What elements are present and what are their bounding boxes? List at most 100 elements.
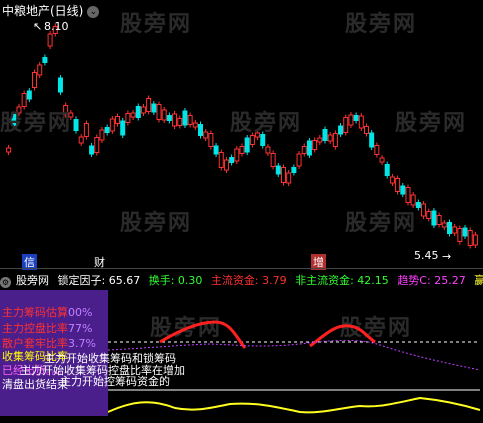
candle (166, 112, 172, 124)
watermark: 股旁网 (120, 211, 193, 236)
chart-title[interactable]: 中粮地产(日线) ⌄ (2, 2, 100, 18)
candle (104, 124, 110, 136)
legend-item: 主力筹码估算00% (2, 306, 93, 319)
candle (275, 163, 281, 177)
candle (348, 112, 354, 128)
legend-item: 清盘出货结束 (2, 378, 68, 391)
candle (192, 120, 198, 130)
candle (395, 175, 401, 195)
candle (358, 113, 364, 131)
candle (452, 224, 458, 236)
candle (338, 123, 344, 137)
watermark: 股旁网 (0, 111, 73, 136)
candle (198, 121, 204, 139)
yellow-line (107, 396, 481, 414)
panel-divider (0, 268, 483, 269)
candle (32, 69, 38, 91)
candle (426, 208, 432, 222)
candle (400, 183, 406, 197)
candle (306, 138, 312, 158)
candle (446, 219, 452, 237)
gear-icon[interactable]: ⚙ (0, 277, 11, 288)
non-main-capital: 非主流资金: 42.15 (295, 274, 389, 287)
candle (286, 170, 292, 186)
candle (280, 164, 286, 186)
main-capital: 主流资金: 3.79 (210, 274, 287, 287)
red-line-1 (159, 320, 247, 349)
watermark: 股旁网 (120, 12, 193, 37)
extra-value: 赢和 (474, 274, 483, 287)
candle (161, 107, 167, 123)
indicator-bar[interactable]: ⚙ 股旁网 锁定因子: 65.67 换手: 0.30 主流资金: 3.79 非主流… (0, 272, 483, 288)
candle (115, 113, 121, 127)
candle (291, 164, 297, 176)
candle (353, 112, 359, 124)
candle (203, 129, 209, 141)
candle (187, 112, 193, 128)
trend-value: 趋势C: 25.27 (397, 274, 466, 287)
candle (405, 184, 411, 206)
candle (312, 137, 318, 153)
chevron-down-icon[interactable]: ⌄ (87, 6, 100, 18)
high-arrow-icon: ↖ (33, 20, 43, 33)
candle (234, 146, 240, 164)
candle (332, 130, 338, 150)
candle (146, 95, 152, 115)
candle (213, 143, 219, 157)
low-price-label: 5.45 (414, 249, 439, 262)
candle (389, 174, 395, 186)
candle (244, 135, 250, 155)
candle (457, 225, 463, 245)
candle (57, 75, 63, 95)
candle (47, 31, 53, 49)
candle (265, 144, 271, 156)
candle (239, 143, 245, 157)
candle (322, 126, 328, 144)
watermark: 股旁网 (395, 111, 468, 136)
candle (467, 227, 473, 249)
candle (42, 54, 48, 66)
candle (37, 62, 43, 78)
candle (441, 220, 447, 230)
candle (156, 101, 162, 123)
candle (379, 155, 385, 165)
watermark: 股旁网 (345, 211, 418, 236)
candle (301, 143, 307, 157)
candle (6, 145, 12, 155)
candle (26, 88, 32, 102)
stock-name: 中粮地产(日线) (2, 4, 84, 18)
candle (431, 208, 437, 228)
candle (296, 151, 302, 169)
candle (151, 101, 157, 115)
candle (218, 149, 224, 171)
candle (369, 130, 375, 150)
candle (270, 150, 276, 170)
legend-item: 主力控盘比率77% (2, 322, 93, 335)
candle (208, 130, 214, 150)
low-arrow-icon: → (442, 250, 452, 263)
candle (374, 142, 380, 158)
candle (462, 225, 468, 239)
candle (140, 104, 146, 116)
candle (177, 115, 183, 129)
indicator-name[interactable]: 股旁网 (16, 274, 49, 287)
candle (384, 161, 390, 179)
candle (89, 143, 95, 157)
candle (421, 201, 427, 219)
turnover: 换手: 0.30 (148, 274, 203, 287)
candle (109, 116, 115, 134)
candle (94, 134, 100, 156)
red-line-2 (309, 324, 376, 348)
candle (130, 110, 136, 120)
candle (78, 134, 84, 146)
candle (120, 118, 126, 138)
watermark: 股旁网 (345, 12, 418, 37)
candle (343, 114, 349, 136)
candle (327, 132, 333, 144)
watermark: 股旁网 (230, 111, 303, 136)
candle (83, 120, 89, 140)
candle (436, 212, 442, 228)
annotation-text: 主力开始控筹码资金的 (60, 375, 170, 388)
candle (99, 127, 105, 143)
candle (472, 232, 478, 248)
